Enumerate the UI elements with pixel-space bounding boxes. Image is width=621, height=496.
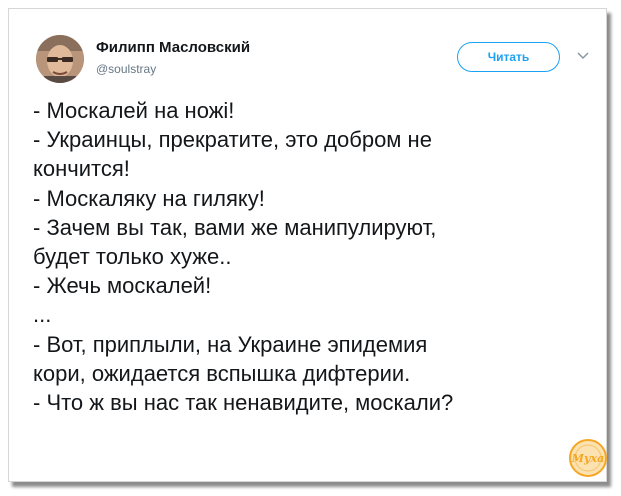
tweet-line: - Жечь москалей!: [33, 273, 212, 299]
author-name[interactable]: Филипп Масловский: [96, 39, 250, 56]
tweet-line: - Москаляку на гиляку!: [33, 185, 265, 211]
tweet-line: - Вот, приплыли, на Украине эпидемия: [33, 331, 428, 357]
watermark-logo: Муха: [568, 438, 608, 478]
tweet-line: - Что ж вы нас так ненавидите, москали?: [33, 390, 454, 416]
chevron-down-icon[interactable]: [576, 49, 590, 63]
tweet-card: Филипп Масловский @soulstray Читать - Мо…: [8, 8, 607, 482]
avatar-photo: [36, 35, 84, 83]
tweet-line: - Украинцы, прекратите, это добром не: [33, 127, 432, 153]
svg-text:Муха: Муха: [571, 452, 604, 465]
tweet-line: - Зачем вы так, вами же манипулируют,: [33, 214, 437, 240]
tweet-line: будет только хуже..: [33, 244, 232, 270]
author-handle[interactable]: @soulstray: [96, 62, 156, 76]
follow-button[interactable]: Читать: [457, 42, 560, 72]
tweet-line: кончится!: [33, 156, 130, 182]
tweet-line: кори, ожидается вспышка дифтерии.: [33, 360, 411, 386]
tweet-text: - Москалей на ножі! - Украинцы, прекрати…: [33, 96, 593, 417]
tweet-line: - Москалей на ножі!: [33, 98, 235, 123]
tweet-line: ...: [33, 302, 52, 328]
avatar[interactable]: [36, 35, 84, 83]
